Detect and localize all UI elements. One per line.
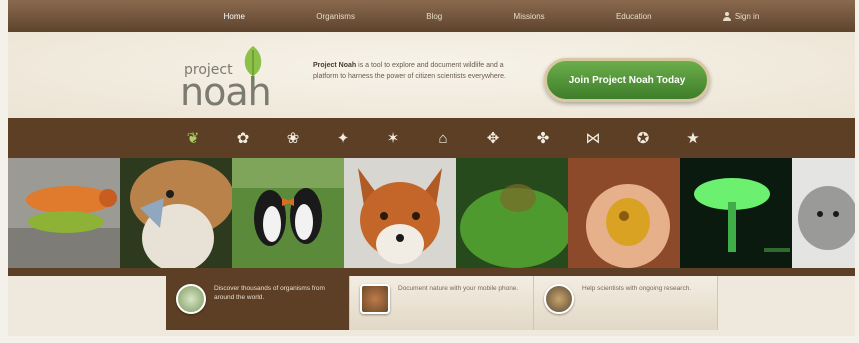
flower-icon[interactable]: ✿	[218, 118, 268, 158]
glowing-mushroom-image	[680, 158, 792, 268]
camera-bird-icon	[360, 284, 390, 314]
nav-education[interactable]: Education	[616, 12, 652, 21]
nav-home[interactable]: Home	[224, 12, 245, 21]
nav-organisms[interactable]: Organisms	[316, 12, 355, 21]
spider-image	[568, 158, 680, 268]
tagline: Project Noah is a tool to explore and do…	[313, 60, 518, 82]
photo-spider[interactable]	[568, 158, 680, 268]
photo-glowing-mushroom[interactable]	[680, 158, 792, 268]
photo-fox[interactable]	[344, 158, 456, 268]
feature-discover-text: Discover thousands of organisms from aro…	[214, 285, 325, 301]
arctic-fox-image	[792, 158, 855, 268]
frog-leaf-image	[456, 158, 568, 268]
top-nav: Home Organisms Blog Missions Education S…	[8, 0, 855, 32]
fox-image	[344, 158, 456, 268]
photo-puffins[interactable]	[232, 158, 344, 268]
category-bar: ❦ ✿ ❀ ✦ ✶ ⌂ ✥ ✤ ⋈ ✪ ★	[8, 118, 855, 158]
sign-in-label: Sign in	[734, 11, 760, 21]
photo-strip	[8, 158, 855, 268]
globe-icon	[176, 284, 206, 314]
feature-research[interactable]: Help scientists with ongoing research.	[534, 276, 718, 330]
bird-icon[interactable]: ✦	[318, 118, 368, 158]
project-noah-logo[interactable]: project noah	[168, 46, 278, 114]
header: project noah Project Noah is a tool to e…	[8, 32, 855, 118]
nav-sign-in[interactable]: Sign in	[722, 11, 760, 21]
photo-arctic-fox[interactable]	[792, 158, 855, 268]
caterpillar-image	[8, 158, 120, 268]
nav-missions[interactable]: Missions	[514, 12, 545, 21]
nav-blog[interactable]: Blog	[426, 12, 442, 21]
photo-frog-leaf[interactable]	[456, 158, 568, 268]
insect-icon[interactable]: ✶	[368, 118, 418, 158]
feature-document-text: Document nature with your mobile phone.	[398, 285, 519, 292]
feature-panels: Discover thousands of organisms from aro…	[166, 276, 718, 330]
frog-icon[interactable]: ❀	[268, 118, 318, 158]
reptile-icon[interactable]: ✤	[518, 118, 568, 158]
research-icon	[544, 284, 574, 314]
feature-discover[interactable]: Discover thousands of organisms from aro…	[166, 276, 350, 330]
fish-icon[interactable]: ⋈	[568, 118, 618, 158]
user-icon	[722, 11, 731, 21]
leaf-icon[interactable]: ❦	[168, 118, 218, 158]
starfish-icon[interactable]: ★	[668, 118, 718, 158]
photo-eagle[interactable]	[120, 158, 232, 268]
photo-caterpillar[interactable]	[8, 158, 120, 268]
eagle-image	[120, 158, 232, 268]
mammal-icon[interactable]: ✪	[618, 118, 668, 158]
feature-document[interactable]: Document nature with your mobile phone.	[350, 276, 534, 330]
butterfly-icon[interactable]: ✥	[468, 118, 518, 158]
feature-research-text: Help scientists with ongoing research.	[582, 285, 692, 292]
puffins-image	[232, 158, 344, 268]
strip-divider	[8, 268, 855, 276]
tagline-brand: Project Noah	[313, 62, 357, 69]
mushroom-icon[interactable]: ⌂	[418, 118, 468, 158]
leaf-icon	[244, 46, 262, 82]
join-button[interactable]: Join Project Noah Today	[544, 58, 710, 102]
page-frame: Home Organisms Blog Missions Education S…	[8, 0, 855, 336]
